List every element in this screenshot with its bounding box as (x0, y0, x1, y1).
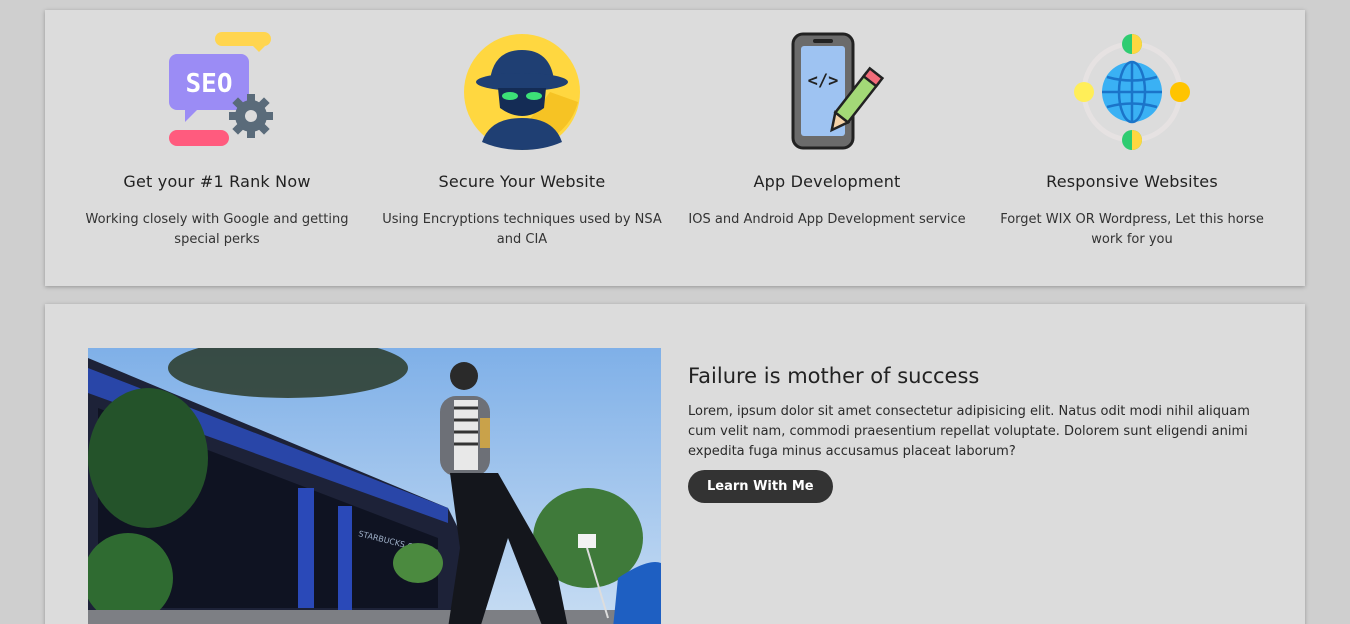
service-description: Working closely with Google and getting … (85, 212, 349, 247)
service-title: Responsive Websites (1046, 172, 1218, 191)
service-description: IOS and Android App Development service (688, 212, 966, 227)
feature-body: Lorem, ipsum dolor sit amet consectetur … (688, 404, 1250, 459)
svg-text:SEO: SEO (186, 69, 233, 99)
seo-icon: SEO (155, 30, 279, 154)
service-description: Using Encryptions techniques used by NSA… (382, 212, 662, 247)
feature-card: STARBUCKS COFFEE Failure is mother of su… (45, 304, 1305, 624)
feature-photo: STARBUCKS COFFEE (88, 348, 661, 624)
svg-text:</>: </> (808, 71, 839, 91)
mobile-code-icon: </> (765, 30, 889, 154)
hacker-spy-icon (460, 30, 584, 154)
learn-with-me-button[interactable]: Learn With Me (688, 470, 833, 503)
feature-title: Failure is mother of success (688, 364, 980, 388)
service-description: Forget WIX OR Wordpress, Let this horse … (1000, 212, 1264, 247)
service-title: App Development (753, 172, 901, 191)
service-title: Get your #1 Rank Now (123, 172, 311, 191)
services-card: SEO Get your #1 Rank Now Working closely… (45, 10, 1305, 286)
feature-text: Failure is mother of success Lorem, ipsu… (688, 364, 1268, 503)
service-title: Secure Your Website (438, 172, 606, 191)
globe-icon (1070, 30, 1194, 154)
